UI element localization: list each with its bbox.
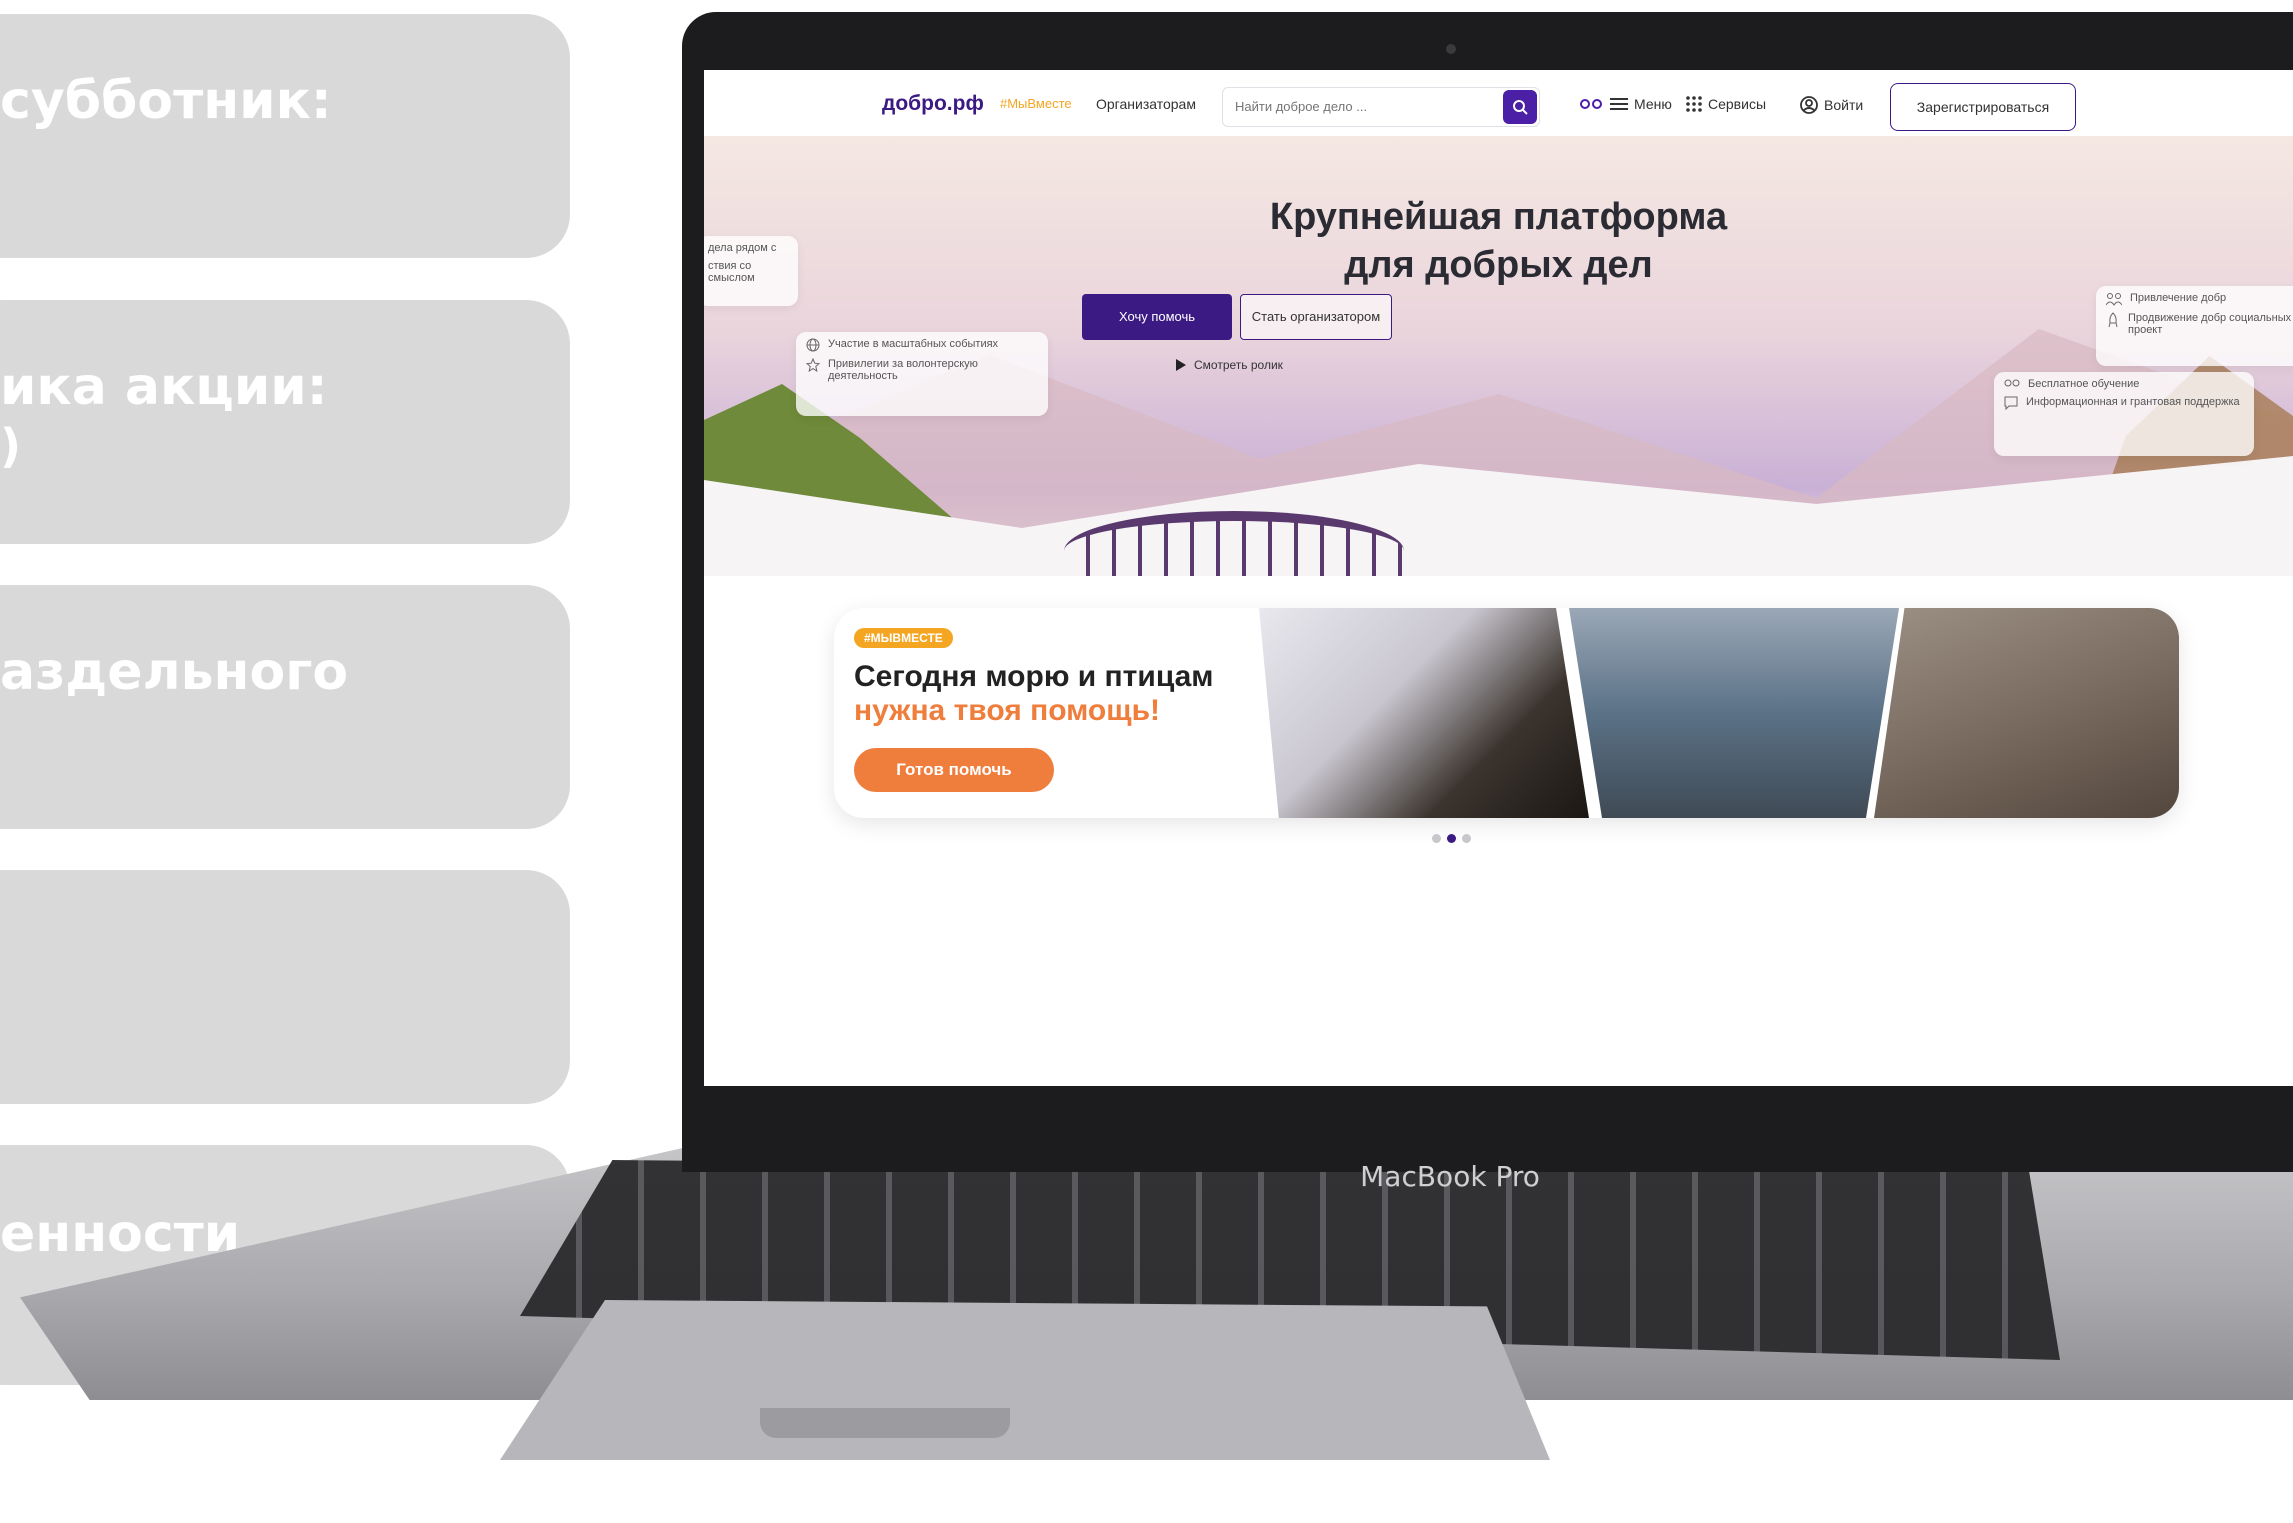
login-button[interactable]: Войти bbox=[1800, 96, 1863, 114]
tip-row: Бесплатное обучение bbox=[2004, 378, 2244, 390]
slide-card-2: ика акции: ) bbox=[0, 300, 570, 544]
tip-text: ствия со смыслом bbox=[708, 260, 755, 284]
tip-left-top: дела рядом с ствия со смыслом bbox=[704, 236, 798, 306]
tip-row: дела рядом с bbox=[708, 242, 788, 254]
accessibility-button[interactable] bbox=[1580, 96, 1602, 110]
promo-banner[interactable]: #МЫВМЕСТЕ Сегодня морю и птицам нужна тв… bbox=[834, 608, 2179, 818]
tip-text: Продвижение добр социальных проект bbox=[2128, 312, 2292, 336]
become-organizer-button[interactable]: Стать организатором bbox=[1240, 294, 1392, 340]
search-box bbox=[1222, 87, 1540, 127]
menu-icon bbox=[1610, 98, 1628, 110]
tip-text: Информационная и грантовая поддержка bbox=[2026, 396, 2240, 408]
tip-text: Привилегии за волонтерскую деятельность bbox=[828, 358, 978, 382]
laptop-notch bbox=[760, 1408, 1010, 1438]
glasses-icon bbox=[2004, 379, 2020, 387]
camera-icon bbox=[1446, 44, 1456, 54]
search-input[interactable] bbox=[1233, 98, 1497, 115]
rocket-icon bbox=[2108, 312, 2118, 328]
tip-row: Продвижение добр социальных проект bbox=[2106, 312, 2293, 336]
slide-card-1-text: субботник: bbox=[0, 71, 332, 131]
help-button[interactable]: Хочу помочь bbox=[1082, 294, 1232, 340]
tip-row: Привлечение добр bbox=[2106, 292, 2293, 306]
services-button[interactable]: Сервисы bbox=[1686, 96, 1766, 112]
star-icon bbox=[806, 358, 820, 372]
hero-section: Крупнейшая платформа для добрых дел Хочу… bbox=[704, 136, 2293, 576]
register-button[interactable]: Зарегистрироваться bbox=[1890, 83, 2076, 131]
tip-text: Привлечение добр bbox=[2130, 292, 2227, 304]
promo-photo-volunteers bbox=[1874, 608, 2179, 818]
tip-right-top: Привлечение добр Продвижение добр социал… bbox=[2096, 286, 2293, 366]
login-label: Войти bbox=[1824, 97, 1864, 113]
site-header: добро.рф #МыВместе Организаторам Меню bbox=[704, 70, 2293, 136]
promo-subtitle: нужна твоя помощь! bbox=[854, 694, 1161, 727]
site-logo[interactable]: добро.рф bbox=[882, 92, 984, 116]
people-icon bbox=[2106, 293, 2122, 306]
services-label: Сервисы bbox=[1708, 96, 1767, 112]
glasses-icon bbox=[1580, 99, 1602, 109]
tip-row: Информационная и грантовая поддержка bbox=[2004, 396, 2244, 410]
hero-title: Крупнейшая платформа для добрых дел bbox=[704, 194, 2293, 289]
slide-card-2-text: ика акции: bbox=[0, 357, 328, 417]
play-icon bbox=[1176, 359, 1186, 371]
promo-photo-sea bbox=[1569, 608, 1899, 818]
tip-row: Привилегии за волонтерскую деятельность bbox=[806, 358, 1038, 382]
laptop-trackpad bbox=[500, 1300, 1550, 1460]
organizers-link[interactable]: Организаторам bbox=[1096, 96, 1196, 112]
tip-left-mid: Участие в масштабных событиях Привилегии… bbox=[796, 332, 1048, 416]
promo-photo-bird bbox=[1259, 608, 1589, 818]
laptop-screen: добро.рф #МыВместе Организаторам Меню bbox=[704, 70, 2293, 1086]
hero-title-line2: для добрых дел bbox=[1344, 243, 1653, 286]
tip-text: Бесплатное обучение bbox=[2028, 378, 2140, 390]
slide-card-2-subtext: ) bbox=[0, 419, 22, 473]
laptop-model-label: MacBook Pro bbox=[1360, 1160, 1540, 1193]
grid-icon bbox=[1686, 96, 1702, 112]
tip-right-mid: Бесплатное обучение Информационная и гра… bbox=[1994, 372, 2254, 456]
hero-title-line1: Крупнейшая платформа bbox=[1269, 196, 1728, 238]
tip-text: дела рядом с bbox=[708, 242, 777, 254]
slide-card-1: субботник: bbox=[0, 14, 570, 258]
carousel-dots bbox=[1432, 834, 1471, 843]
user-icon bbox=[1800, 96, 1818, 114]
search-button[interactable] bbox=[1503, 90, 1537, 124]
promo-title: Сегодня морю и птицам bbox=[854, 660, 1214, 693]
carousel-dot[interactable] bbox=[1462, 834, 1471, 843]
tip-row: Участие в масштабных событиях bbox=[806, 338, 1038, 352]
slide-card-3: аздельного bbox=[0, 585, 570, 829]
tip-row: ствия со смыслом bbox=[708, 260, 788, 284]
hashtag-link[interactable]: #МыВместе bbox=[1000, 96, 1072, 111]
slide-card-5-text: енности bbox=[0, 1204, 241, 1264]
globe-icon bbox=[806, 338, 820, 352]
carousel-dot[interactable] bbox=[1432, 834, 1441, 843]
watch-video-label: Смотреть ролик bbox=[1194, 358, 1283, 372]
carousel-dot-active[interactable] bbox=[1447, 834, 1456, 843]
menu-label: Меню bbox=[1634, 96, 1672, 112]
menu-button[interactable]: Меню bbox=[1610, 96, 1672, 112]
watch-video-link[interactable]: Смотреть ролик bbox=[1176, 358, 1283, 372]
ready-to-help-button[interactable]: Готов помочь bbox=[854, 748, 1054, 792]
chat-icon bbox=[2004, 396, 2018, 410]
slide-card-4 bbox=[0, 870, 570, 1104]
search-icon bbox=[1513, 100, 1528, 115]
promo-badge: #МЫВМЕСТЕ bbox=[854, 628, 953, 648]
tip-text: Участие в масштабных событиях bbox=[828, 338, 999, 350]
slide-card-3-text: аздельного bbox=[0, 642, 349, 702]
